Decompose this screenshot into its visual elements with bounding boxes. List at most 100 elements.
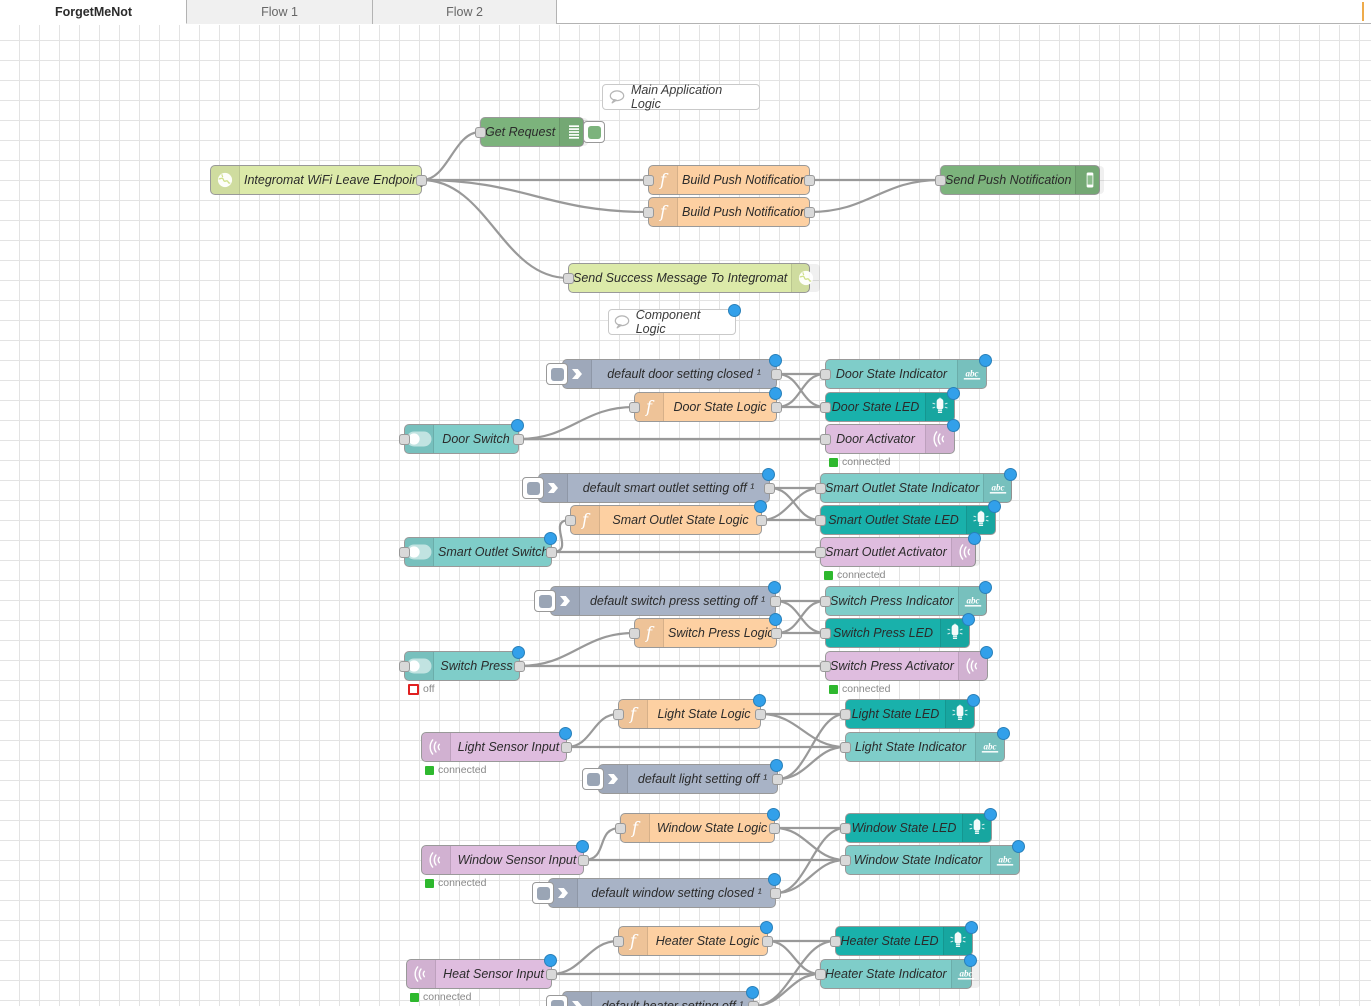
n-heater-logic[interactable]: f Heater State Logic	[613, 921, 773, 956]
node-input-port[interactable]	[815, 515, 826, 526]
n-door-indicator[interactable]: Door State Indicator abc	[820, 354, 992, 389]
node-input-port[interactable]	[830, 936, 841, 947]
node-input-port[interactable]	[820, 434, 831, 445]
tab-forgetmenot[interactable]: ForgetMeNot	[0, 0, 187, 24]
node-input-port[interactable]	[815, 547, 826, 558]
inject-trigger-button[interactable]	[522, 477, 544, 499]
node-input-port[interactable]	[643, 207, 654, 218]
flow-canvas[interactable]: Integromat WiFi Leave Endpoing Get Reques…	[0, 25, 1371, 1006]
wire[interactable]	[566, 712, 619, 749]
node-output-port[interactable]	[804, 175, 815, 186]
node-input-port[interactable]	[820, 402, 831, 413]
node-input-port[interactable]	[840, 709, 851, 720]
node-output-port[interactable]	[772, 774, 783, 785]
wire[interactable]	[775, 599, 826, 635]
debug-toggle-button[interactable]	[583, 121, 605, 143]
n-outlet-indicator[interactable]: Smart Outlet State Indicator abc	[815, 468, 1017, 503]
node-input-port[interactable]	[399, 547, 410, 558]
n-default-window[interactable]: default window setting closed ¹	[532, 873, 781, 908]
n-send-push[interactable]: Send Push Notification	[935, 165, 1105, 195]
node-input-port[interactable]	[613, 709, 624, 720]
inject-trigger-button[interactable]	[546, 363, 568, 385]
n-heat-sensor[interactable]: Heat Sensor Input	[406, 954, 557, 989]
n-outlet-led[interactable]: Smart Outlet State LED	[815, 500, 1001, 535]
node-input-port[interactable]	[815, 483, 826, 494]
n-switch-activator[interactable]: Switch Press Activator	[820, 646, 993, 681]
wire[interactable]	[809, 178, 941, 214]
wire[interactable]	[777, 712, 846, 781]
wire[interactable]	[518, 405, 635, 441]
n-switch-press[interactable]: Switch Press	[399, 646, 525, 681]
node-input-port[interactable]	[820, 661, 831, 672]
node-output-port[interactable]	[514, 661, 525, 672]
node-output-port[interactable]	[546, 547, 557, 558]
node-output-port[interactable]	[770, 596, 781, 607]
node-input-port[interactable]	[840, 742, 851, 753]
tab-flow-1[interactable]: Flow 1	[187, 0, 373, 24]
node-input-port[interactable]	[615, 823, 626, 834]
wire[interactable]	[583, 826, 621, 862]
node-input-port[interactable]	[565, 515, 576, 526]
inject-trigger-button[interactable]	[546, 995, 568, 1006]
n-default-light[interactable]: default light setting off ¹	[582, 759, 783, 794]
n-outlet-switch[interactable]: Smart Outlet Switch	[399, 532, 557, 567]
n-door-switch[interactable]: Door Switch	[399, 419, 524, 454]
node-output-port[interactable]	[755, 709, 766, 720]
n-door-activator[interactable]: Door Activator	[820, 419, 960, 454]
wire[interactable]	[776, 599, 826, 635]
n-light-led[interactable]: Light State LED	[840, 694, 980, 729]
wire[interactable]	[551, 939, 619, 976]
node-input-port[interactable]	[629, 628, 640, 639]
wire[interactable]	[774, 826, 846, 862]
node-output-port[interactable]	[756, 515, 767, 526]
node-input-port[interactable]	[563, 273, 574, 284]
node-output-port[interactable]	[762, 936, 773, 947]
n-window-led[interactable]: Window State LED	[840, 808, 997, 843]
node-output-port[interactable]	[771, 402, 782, 413]
wire[interactable]	[421, 178, 569, 280]
wire[interactable]	[775, 858, 846, 895]
node-input-port[interactable]	[840, 855, 851, 866]
n-default-door[interactable]: default door setting closed ¹	[546, 354, 782, 389]
node-input-port[interactable]	[820, 369, 831, 380]
wire[interactable]	[753, 972, 821, 1006]
n-get-request[interactable]: Get Request	[475, 117, 605, 147]
node-input-port[interactable]	[840, 823, 851, 834]
wire[interactable]	[769, 486, 821, 522]
n-default-outlet[interactable]: default smart outlet setting off ¹	[522, 468, 775, 503]
n-window-logic[interactable]: f Window State Logic	[615, 808, 780, 843]
node-output-port[interactable]	[513, 434, 524, 445]
inject-trigger-button[interactable]	[582, 768, 604, 790]
node-input-port[interactable]	[820, 596, 831, 607]
n-switch-indicator[interactable]: Switch Press Indicator abc	[820, 581, 992, 616]
node-output-port[interactable]	[770, 888, 781, 899]
node-output-port[interactable]	[804, 207, 815, 218]
wire[interactable]	[421, 178, 649, 214]
node-output-port[interactable]	[771, 628, 782, 639]
wire[interactable]	[776, 372, 826, 409]
node-input-port[interactable]	[475, 127, 486, 138]
inject-trigger-button[interactable]	[534, 590, 556, 612]
node-input-port[interactable]	[399, 434, 410, 445]
node-input-port[interactable]	[613, 936, 624, 947]
n-build-push-2[interactable]: f Build Push Notification	[643, 197, 815, 227]
wire[interactable]	[776, 372, 826, 409]
n-heater-led[interactable]: Heater State LED	[830, 921, 978, 956]
n-light-indicator[interactable]: Light State Indicator abc	[840, 727, 1010, 762]
node-input-port[interactable]	[399, 661, 410, 672]
n-switch-led[interactable]: Switch Press LED	[820, 613, 975, 648]
node-output-port[interactable]	[764, 483, 775, 494]
n-door-logic[interactable]: f Door State Logic	[629, 387, 782, 422]
wire[interactable]	[775, 826, 846, 895]
tab-flow-2[interactable]: Flow 2	[373, 0, 557, 24]
n-default-heater[interactable]: default heater setting off ¹	[546, 986, 759, 1006]
n-integromat-endpoint[interactable]: Integromat WiFi Leave Endpoing	[210, 165, 427, 195]
node-output-port[interactable]	[748, 1001, 759, 1006]
n-build-push-1[interactable]: f Build Push Notification	[643, 165, 815, 195]
node-output-port[interactable]	[769, 823, 780, 834]
node-output-port[interactable]	[771, 369, 782, 380]
wire[interactable]	[421, 130, 481, 182]
wire[interactable]	[767, 939, 821, 976]
n-switch-logic[interactable]: f Switch Press Logic	[629, 613, 782, 648]
wire[interactable]	[777, 745, 846, 781]
